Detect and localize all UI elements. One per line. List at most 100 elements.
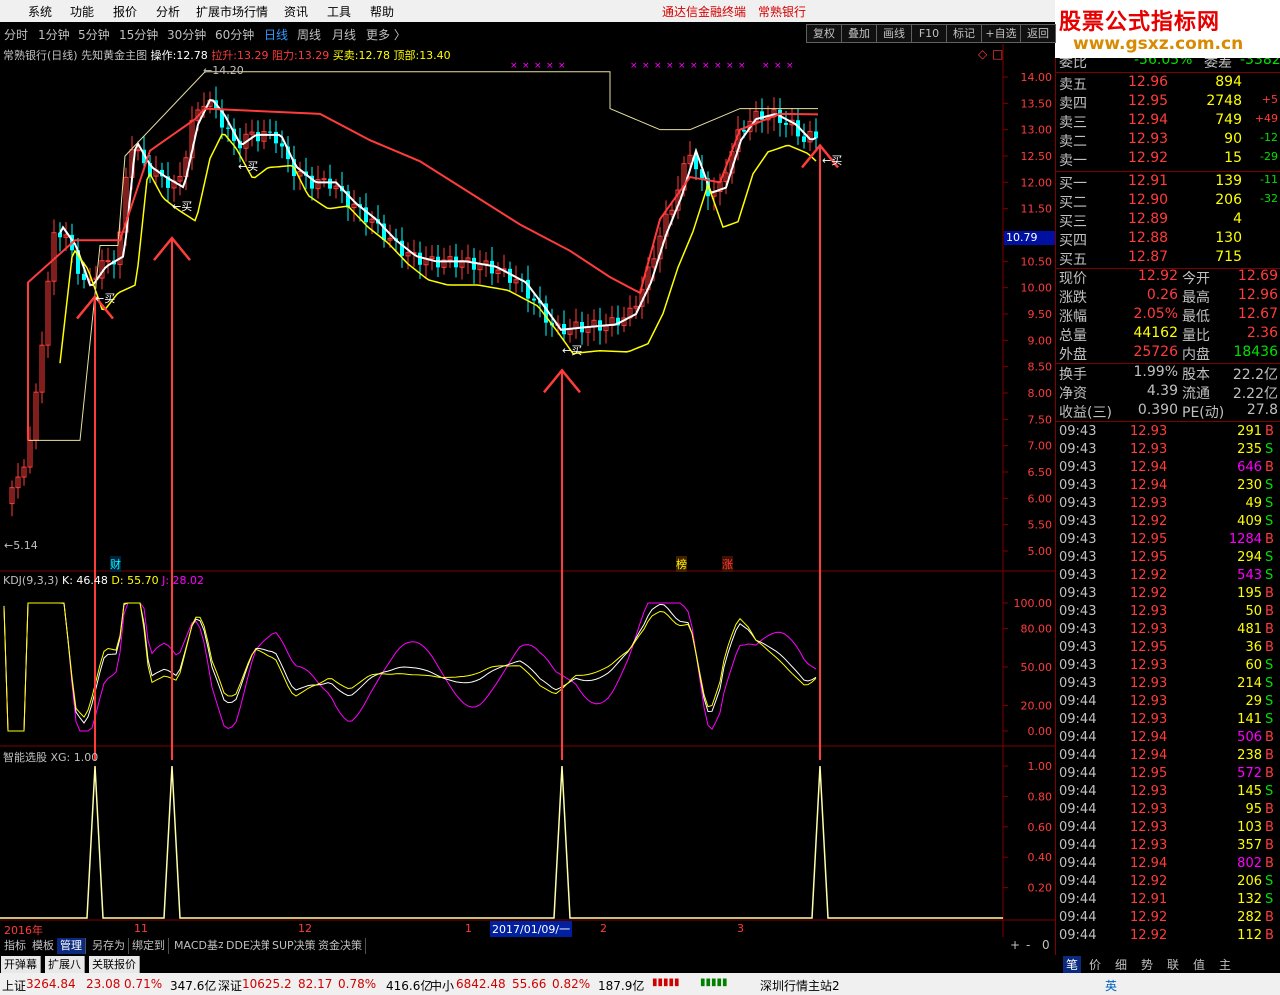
limit-up-marker[interactable]: 涨	[722, 556, 733, 572]
bid-row[interactable]: 买三 12.89 4	[1056, 211, 1280, 230]
tick-row: 09:43 12.94 646 B	[1059, 460, 1274, 475]
bottom-tool-tab[interactable]: 开弹幕	[1, 956, 41, 973]
ask-row[interactable]: 卖二 12.93 90 -12	[1056, 131, 1280, 150]
period-60min[interactable]: 60分钟	[215, 26, 254, 43]
ask-row[interactable]: 卖五 12.96 894	[1056, 74, 1280, 93]
top-label: 顶部:	[393, 49, 420, 62]
bid-row[interactable]: 买五 12.87 715	[1056, 249, 1280, 268]
menu-tools[interactable]: 工具	[327, 3, 351, 20]
signal-x-marker: ×	[762, 61, 770, 71]
bottom-tab[interactable]: 资金决策	[315, 938, 366, 954]
candle-body	[802, 136, 806, 142]
kdj-axis-label: 0.00	[1028, 725, 1053, 738]
tick-row: 09:43 12.95 294 S	[1059, 550, 1274, 565]
bottom-tool-tab[interactable]: 关联报价	[89, 956, 140, 973]
candle-body	[490, 260, 494, 274]
bottom-tab[interactable]: DDE决策	[223, 938, 276, 954]
period-weekly[interactable]: 周线	[297, 26, 321, 43]
bid-row[interactable]: 买四 12.88 130	[1056, 230, 1280, 249]
period-monthly[interactable]: 月线	[332, 26, 356, 43]
candle-body	[135, 149, 141, 152]
bottom-tab[interactable]: 管理	[57, 938, 86, 954]
menu-quote[interactable]: 报价	[113, 3, 137, 20]
kdj-info-line: KDJ(9,3,3) K: 46.48 D: 55.70 J: 28.02	[3, 574, 204, 587]
chart-canvas[interactable]: × × × × × × × × × × × × × × × × × × 14.00 13.50 13.00 12.50 1…	[0, 44, 1055, 937]
bid-row[interactable]: 买二 12.90 206 -32	[1056, 192, 1280, 211]
menu-analysis[interactable]: 分析	[156, 3, 180, 20]
date-label: 3	[737, 922, 744, 935]
panel-tab[interactable]: 细	[1115, 956, 1127, 973]
period-daily[interactable]: 日线	[264, 26, 288, 43]
menu-function[interactable]: 功能	[70, 3, 94, 20]
tick-row: 09:44 12.92 206 S	[1059, 874, 1274, 889]
bottom-tool-tab[interactable]: 扩展八	[45, 956, 85, 973]
ask-row[interactable]: 卖四 12.95 2748 +5	[1056, 93, 1280, 112]
candle-body	[280, 143, 284, 147]
finance-marker[interactable]: 财	[110, 556, 121, 572]
date-label: 1	[465, 922, 472, 935]
bottom-tab[interactable]: 模板	[29, 938, 58, 954]
bid-row[interactable]: 买一 12.91 139 -11	[1056, 173, 1280, 192]
rank-marker[interactable]: 榜	[676, 556, 687, 572]
draw-button[interactable]: 画线	[876, 24, 912, 43]
candle-body	[268, 131, 272, 133]
menu-news[interactable]: 资讯	[284, 3, 308, 20]
ime-indicator[interactable]: 英	[1105, 977, 1117, 994]
bottom-tab[interactable]: 指标	[1, 938, 30, 954]
tick-row: 09:43 12.95 36 B	[1059, 640, 1274, 655]
price-axis-label: 6.00	[1028, 492, 1053, 505]
status-bar: 上证 3264.84 23.08 0.71% 347.6亿 深证 10625.2…	[0, 973, 1280, 995]
menu-ext-market[interactable]: 扩展市场行情	[196, 3, 268, 20]
candle-body	[274, 131, 278, 144]
period-15min[interactable]: 15分钟	[119, 26, 158, 43]
period-1min[interactable]: 1分钟	[38, 26, 70, 43]
menu-help[interactable]: 帮助	[370, 3, 394, 20]
close-icon[interactable]: □	[992, 47, 1003, 61]
f10-button[interactable]: F10	[911, 24, 947, 43]
xg-axis-label: 1.00	[1028, 760, 1053, 773]
menu-system[interactable]: 系统	[28, 3, 52, 20]
price-axis-label: 11.50	[1021, 203, 1053, 216]
panel-tab[interactable]: 笔	[1063, 956, 1082, 973]
sz-label: 深证	[218, 979, 243, 993]
price-axis-label: 9.00	[1028, 334, 1053, 347]
adjust-button[interactable]: 复权	[806, 24, 842, 43]
bottom-tab[interactable]: 绑定到	[129, 938, 169, 954]
panel-tab[interactable]: 势	[1141, 956, 1153, 973]
zoom-out-button[interactable]: -	[1026, 938, 1030, 952]
ask-row[interactable]: 卖一 12.92 15 -29	[1056, 150, 1280, 169]
candle-body	[226, 127, 230, 129]
la-label: 拉升:	[211, 49, 238, 62]
date-label: 2016年	[4, 924, 43, 937]
tick-row: 09:43 12.93 214 S	[1059, 676, 1274, 691]
zoom-in-button[interactable]: +	[1010, 938, 1020, 952]
period-5min[interactable]: 5分钟	[78, 26, 110, 43]
diamond-icon[interactable]: ◇	[978, 47, 987, 61]
buy-signal: ←买	[822, 154, 843, 167]
mark-button[interactable]: 标记	[946, 24, 982, 43]
period-30min[interactable]: 30分钟	[167, 26, 206, 43]
candle-body	[328, 178, 332, 189]
bottom-tab[interactable]: SUP决策	[269, 938, 320, 954]
panel-tab[interactable]: 价	[1089, 956, 1101, 973]
buy-signal: ←买	[238, 160, 259, 173]
zoom-reset-button[interactable]: 0	[1042, 938, 1050, 952]
panel-tab[interactable]: 联	[1167, 956, 1179, 973]
kdj-axis-label: 20.00	[1021, 699, 1053, 712]
fund-row: 收益(三) 0.390 PE(动) 27.8	[1059, 402, 1278, 421]
add-watchlist-button[interactable]: +自选	[981, 24, 1021, 43]
tick-row: 09:44 12.93 103 B	[1059, 820, 1274, 835]
period-more[interactable]: 更多 〉	[366, 26, 406, 43]
stock-title: 常熟银行	[758, 5, 807, 19]
panel-tab[interactable]: 主	[1219, 956, 1231, 973]
quote-panel: 委比 -56.05% 委差 -3382 卖五 12.96 894 卖四 12.95 274…	[1055, 52, 1280, 955]
kdj-d: D: 55.70	[111, 574, 159, 587]
bottom-tab[interactable]: 另存为	[89, 938, 129, 954]
overlay-button[interactable]: 叠加	[841, 24, 877, 43]
back-button[interactable]: 返回	[1020, 24, 1056, 43]
signal-x-marker: ×	[546, 61, 554, 71]
server-name[interactable]: 深圳行情主站2	[760, 977, 840, 994]
ask-row[interactable]: 卖三 12.94 749 +49	[1056, 112, 1280, 131]
period-tick[interactable]: 分时	[4, 26, 28, 43]
panel-tab[interactable]: 值	[1193, 956, 1205, 973]
